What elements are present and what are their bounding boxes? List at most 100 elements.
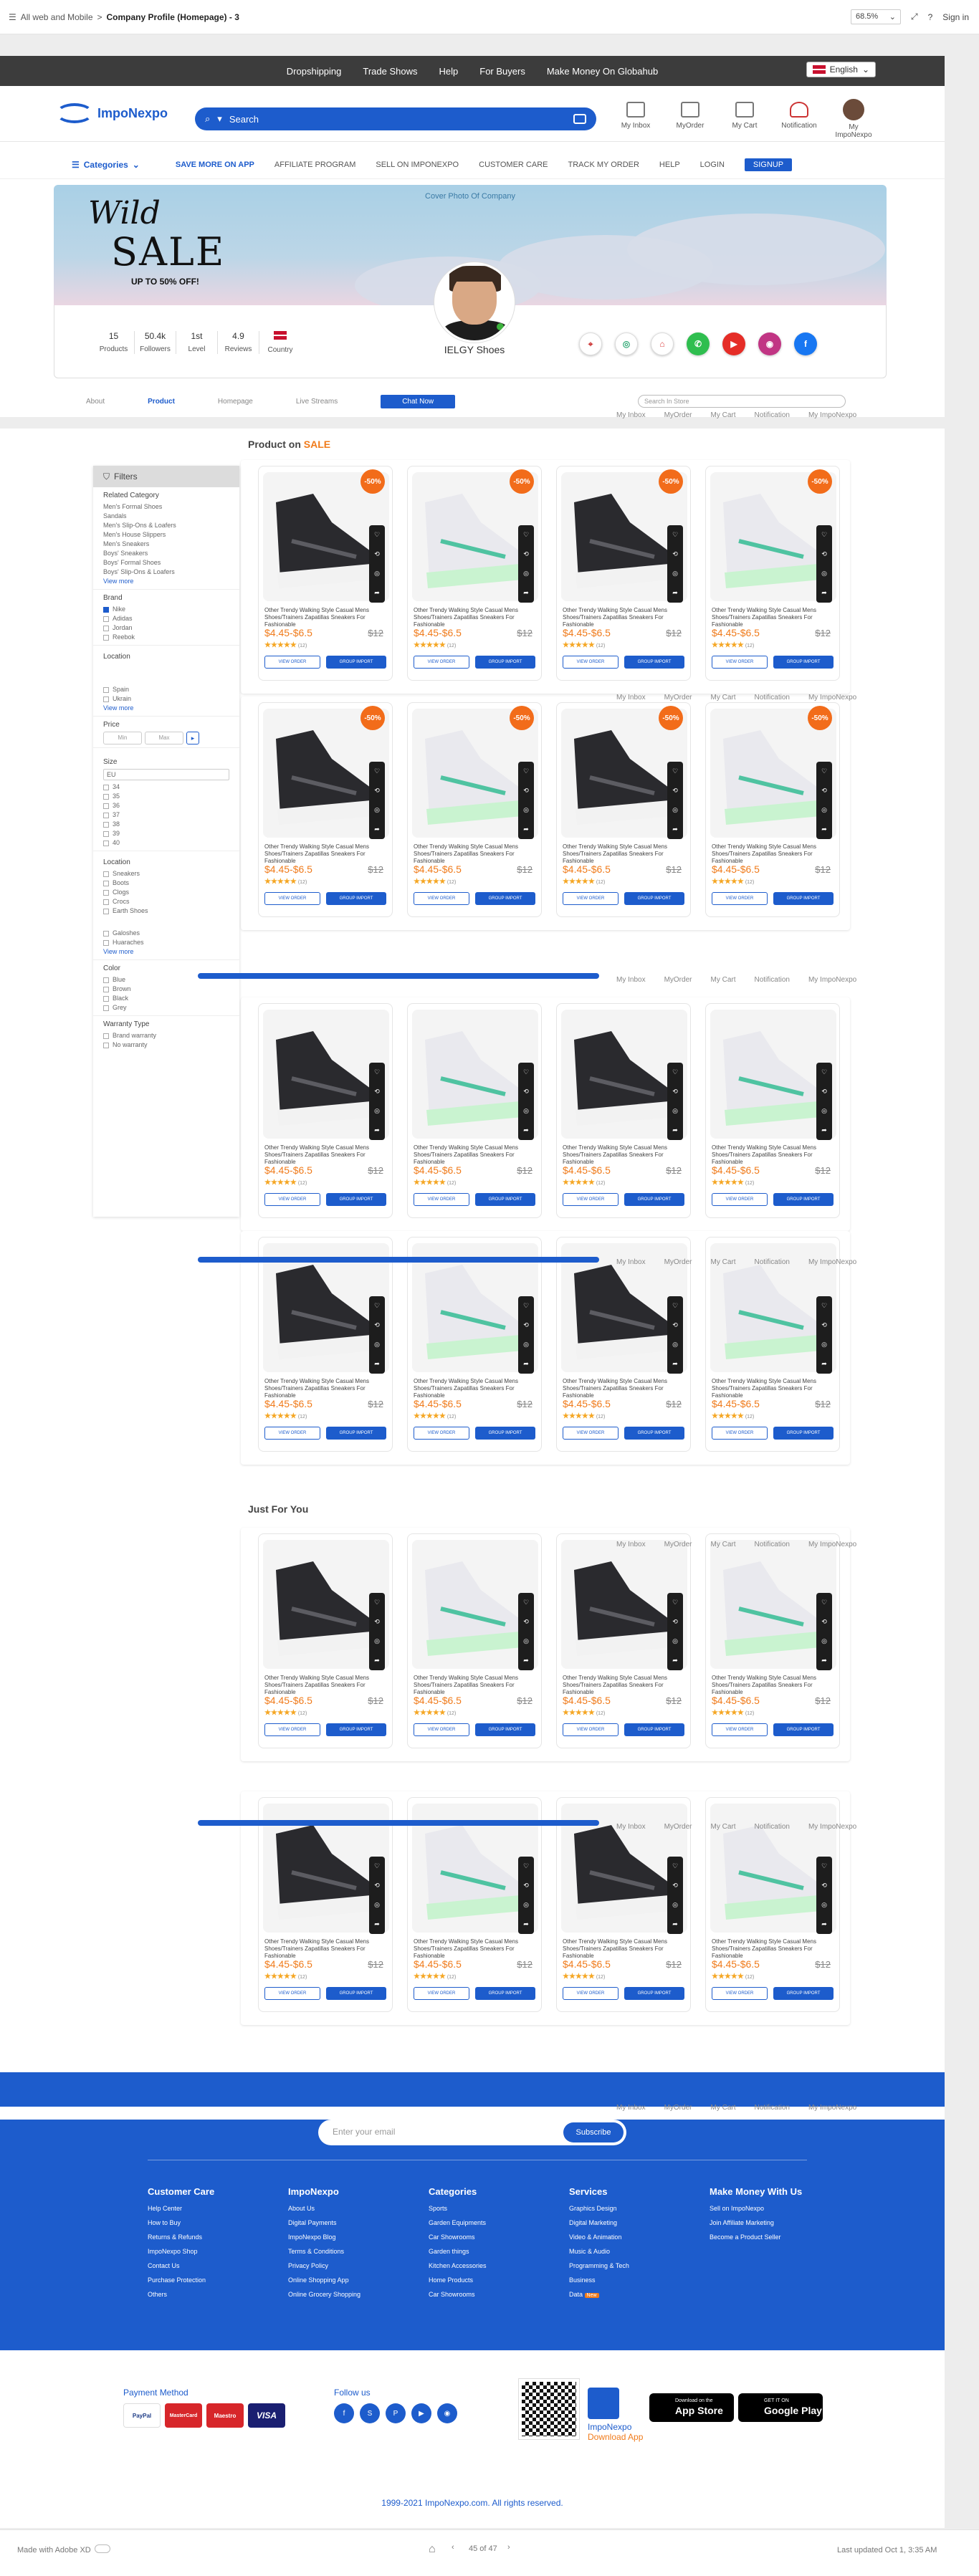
- location-icon[interactable]: ⌖: [579, 332, 602, 355]
- product-title[interactable]: Other Trendy Walking Style Casual Mens S…: [563, 1938, 684, 1960]
- footer-link[interactable]: How to Buy: [148, 2216, 288, 2230]
- view-order-button[interactable]: VIEW ORDER: [712, 1987, 768, 2000]
- search-bar[interactable]: ⌕ ▾ Search: [195, 107, 596, 130]
- heart-icon[interactable]: ♡: [523, 767, 529, 775]
- brand-checkbox[interactable]: Nike: [103, 605, 229, 614]
- fullscreen-icon[interactable]: ⤢: [911, 11, 918, 22]
- view-more-link[interactable]: View more: [103, 947, 229, 957]
- compare-icon[interactable]: ⟲: [821, 1618, 827, 1626]
- group-import-button[interactable]: GROUP IMPORT: [773, 1723, 834, 1736]
- color-checkbox[interactable]: Brown: [103, 985, 229, 994]
- product-title[interactable]: Other Trendy Walking Style Casual Mens S…: [563, 607, 684, 628]
- product-title[interactable]: Other Trendy Walking Style Casual Mens S…: [712, 1144, 834, 1166]
- share-icon[interactable]: ➦: [821, 1126, 827, 1134]
- view-icon[interactable]: ◎: [523, 1637, 529, 1645]
- product-title[interactable]: Other Trendy Walking Style Casual Mens S…: [414, 1144, 535, 1166]
- product-title[interactable]: Other Trendy Walking Style Casual Mens S…: [563, 1144, 684, 1166]
- share-icon[interactable]: ➦: [672, 1920, 678, 1928]
- view-icon[interactable]: ◎: [374, 1637, 380, 1645]
- sign-in-link[interactable]: Sign in: [942, 12, 969, 22]
- compare-icon[interactable]: ⟲: [821, 1088, 827, 1096]
- nav-dropshipping[interactable]: Dropshipping: [287, 66, 342, 77]
- product-card[interactable]: ♡ ⟲ ◎ ➦ Other Trendy Walking Style Casual Me…: [258, 1237, 393, 1452]
- tab-about[interactable]: About: [86, 398, 105, 406]
- notification-button[interactable]: Notification: [778, 102, 820, 139]
- footer-link[interactable]: Programming & Tech: [569, 2259, 710, 2273]
- compare-icon[interactable]: ⟲: [523, 1618, 529, 1626]
- brand-checkbox[interactable]: Adidas: [103, 614, 229, 623]
- product-card[interactable]: ♡ ⟲ ◎ ➦ Other Trendy Walking Style Casual Me…: [556, 1237, 691, 1452]
- heart-icon[interactable]: ♡: [672, 767, 678, 775]
- view-order-button[interactable]: VIEW ORDER: [563, 1723, 619, 1736]
- google-play-button[interactable]: GET IT ON Google Play: [738, 2393, 823, 2422]
- view-order-button[interactable]: VIEW ORDER: [563, 1987, 619, 2000]
- nav-login[interactable]: LOGIN: [700, 161, 725, 169]
- group-import-button[interactable]: GROUP IMPORT: [624, 1987, 684, 2000]
- product-card[interactable]: ♡ ⟲ ◎ ➦ Other Trendy Walking Style Casual Me…: [407, 1797, 542, 2012]
- product-card[interactable]: -50% ♡ ⟲ ◎ ➦ Other Trendy Walking Style Casua…: [556, 702, 691, 917]
- footer-link[interactable]: Video & Animation: [569, 2230, 710, 2244]
- view-order-button[interactable]: VIEW ORDER: [563, 1427, 619, 1440]
- price-max-input[interactable]: Max: [145, 732, 183, 744]
- share-icon[interactable]: ➦: [523, 825, 529, 833]
- tab-live-streams[interactable]: Live Streams: [296, 398, 338, 406]
- view-icon[interactable]: ◎: [672, 1637, 678, 1645]
- heart-icon[interactable]: ♡: [523, 1599, 529, 1607]
- product-title[interactable]: Other Trendy Walking Style Casual Mens S…: [712, 1378, 834, 1399]
- nav-sell[interactable]: SELL ON IMPONEXPO: [376, 161, 459, 169]
- type-checkbox[interactable]: Galoshes: [103, 929, 229, 938]
- group-import-button[interactable]: GROUP IMPORT: [773, 1427, 834, 1440]
- product-card[interactable]: -50% ♡ ⟲ ◎ ➦ Other Trendy Walking Style Casua…: [705, 702, 840, 917]
- footer-link[interactable]: Online Grocery Shopping: [288, 2287, 429, 2302]
- heart-icon[interactable]: ♡: [523, 1302, 529, 1310]
- compare-icon[interactable]: ⟲: [821, 787, 827, 795]
- heart-icon[interactable]: ♡: [672, 1599, 678, 1607]
- product-card[interactable]: ♡ ⟲ ◎ ➦ Other Trendy Walking Style Casual Me…: [556, 1003, 691, 1218]
- compare-icon[interactable]: ⟲: [374, 1088, 380, 1096]
- heart-icon[interactable]: ♡: [672, 531, 678, 539]
- whatsapp-icon[interactable]: ✆: [687, 332, 710, 355]
- view-order-button[interactable]: VIEW ORDER: [414, 1987, 469, 2000]
- view-icon[interactable]: ◎: [672, 1901, 678, 1909]
- signup-button[interactable]: SIGNUP: [744, 158, 793, 171]
- category-link[interactable]: Men's Sneakers: [103, 540, 229, 549]
- logo[interactable]: ImpoNexpo: [56, 103, 168, 123]
- view-icon[interactable]: ◎: [523, 1341, 529, 1349]
- tab-homepage[interactable]: Homepage: [218, 398, 253, 406]
- view-order-button[interactable]: VIEW ORDER: [264, 1723, 320, 1736]
- compare-icon[interactable]: ⟲: [821, 550, 827, 558]
- product-title[interactable]: Other Trendy Walking Style Casual Mens S…: [264, 843, 386, 865]
- group-import-button[interactable]: GROUP IMPORT: [624, 1723, 684, 1736]
- view-order-button[interactable]: VIEW ORDER: [712, 656, 768, 669]
- compare-icon[interactable]: ⟲: [523, 550, 529, 558]
- product-title[interactable]: Other Trendy Walking Style Casual Mens S…: [712, 1675, 834, 1696]
- pinterest-icon[interactable]: P: [386, 2403, 406, 2423]
- category-link[interactable]: Boys' Formal Shoes: [103, 558, 229, 568]
- account-button[interactable]: My ImpoNexpo: [833, 99, 874, 139]
- prev-icon[interactable]: ‹: [452, 2543, 454, 2552]
- footer-link[interactable]: Sports: [429, 2201, 569, 2216]
- product-card[interactable]: ♡ ⟲ ◎ ➦ Other Trendy Walking Style Casual Me…: [407, 1003, 542, 1218]
- footer-link[interactable]: Graphics Design: [569, 2201, 710, 2216]
- view-icon[interactable]: ◎: [821, 1901, 827, 1909]
- compare-icon[interactable]: ⟲: [523, 1088, 529, 1096]
- product-title[interactable]: Other Trendy Walking Style Casual Mens S…: [264, 1675, 386, 1696]
- search-input[interactable]: Search: [229, 114, 259, 125]
- view-order-button[interactable]: VIEW ORDER: [712, 892, 768, 905]
- next-icon[interactable]: ›: [507, 2543, 510, 2552]
- compare-icon[interactable]: ⟲: [672, 1321, 678, 1329]
- group-import-button[interactable]: GROUP IMPORT: [475, 1427, 535, 1440]
- chrome-icon[interactable]: ◎: [615, 332, 638, 355]
- footer-link[interactable]: Car Showrooms: [429, 2230, 569, 2244]
- view-icon[interactable]: ◎: [672, 806, 678, 814]
- view-more-link[interactable]: View more: [103, 577, 229, 586]
- heart-icon[interactable]: ♡: [523, 1862, 529, 1870]
- facebook-icon[interactable]: f: [334, 2403, 354, 2423]
- heart-icon[interactable]: ♡: [374, 531, 380, 539]
- view-icon[interactable]: ◎: [821, 1637, 827, 1645]
- product-title[interactable]: Other Trendy Walking Style Casual Mens S…: [414, 607, 535, 628]
- share-icon[interactable]: ➦: [374, 825, 380, 833]
- share-icon[interactable]: ➦: [821, 825, 827, 833]
- view-order-button[interactable]: VIEW ORDER: [712, 1723, 768, 1736]
- size-select[interactable]: EU: [103, 769, 229, 780]
